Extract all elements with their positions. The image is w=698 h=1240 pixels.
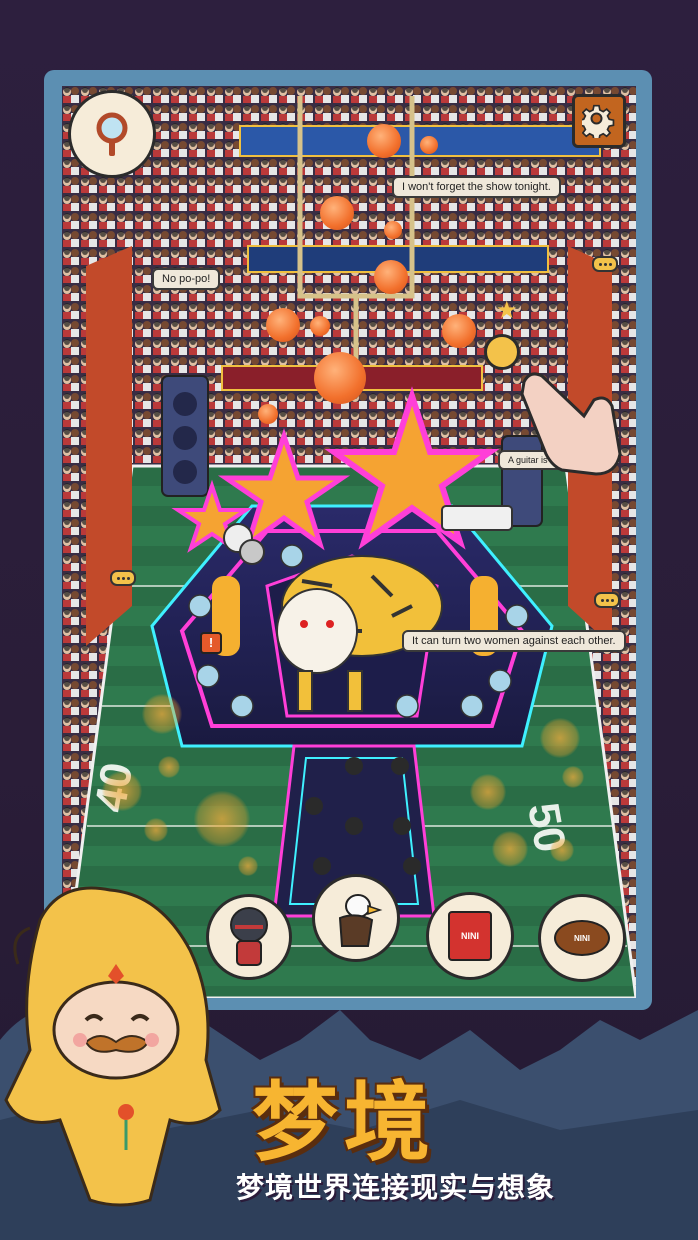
glow-orb[interactable]	[142, 694, 182, 734]
glow-orb[interactable]	[144, 818, 168, 842]
glow-orb[interactable]	[562, 766, 584, 788]
game-scene[interactable]: 40 50	[62, 86, 636, 998]
chips-bag-icon: NINI	[448, 911, 492, 961]
settings-button[interactable]	[572, 94, 626, 148]
feature-subtitle: 梦境世界连接现实与想象	[236, 1171, 556, 1204]
pointing-hand-icon	[520, 372, 622, 476]
gold-marker-icon[interactable]	[484, 334, 520, 370]
speech-bubble: I won't forget the show tonight.	[392, 176, 561, 198]
football-icon: NINI	[554, 920, 610, 956]
glow-orb[interactable]	[470, 774, 506, 810]
orb[interactable]	[310, 316, 330, 336]
glow-orb[interactable]	[194, 791, 250, 847]
chat-dots-icon[interactable]	[594, 592, 620, 608]
orb[interactable]	[367, 124, 401, 158]
glow-orb[interactable]	[492, 831, 528, 867]
speech-bubble: It can turn two women against each other…	[402, 630, 626, 652]
magnifier-icon	[96, 112, 128, 156]
glow-orb[interactable]	[158, 756, 180, 778]
orb[interactable]	[320, 196, 354, 230]
chips-bag-label: NINI	[461, 931, 479, 941]
inventory-item-eagle[interactable]	[312, 874, 400, 962]
orb[interactable]	[420, 136, 438, 154]
magnifier-button[interactable]	[68, 90, 156, 178]
glow-orb[interactable]	[550, 838, 574, 862]
orb[interactable]	[374, 260, 408, 294]
alert-icon[interactable]: !	[200, 632, 222, 654]
inventory-item-football[interactable]: NINI	[538, 894, 626, 982]
football-label: NINI	[574, 933, 590, 943]
orb[interactable]	[442, 314, 476, 348]
orb[interactable]	[314, 352, 366, 404]
eagle-icon	[338, 894, 383, 947]
chat-dots-icon[interactable]	[110, 570, 136, 586]
orb[interactable]	[258, 404, 278, 424]
orb[interactable]	[384, 221, 402, 239]
feature-title: 梦境	[252, 1073, 436, 1173]
glow-orb[interactable]	[238, 856, 258, 876]
gear-icon	[582, 104, 615, 138]
orb[interactable]	[266, 308, 300, 342]
speech-bubble: No po-po!	[152, 268, 221, 290]
star-icon: ★	[496, 297, 518, 324]
glow-orb[interactable]	[540, 718, 580, 758]
mascot-character	[4, 886, 222, 1207]
glow-orb[interactable]	[102, 771, 142, 811]
chat-dots-icon[interactable]	[592, 256, 618, 272]
inventory-item-chips[interactable]: NINI	[426, 892, 514, 980]
